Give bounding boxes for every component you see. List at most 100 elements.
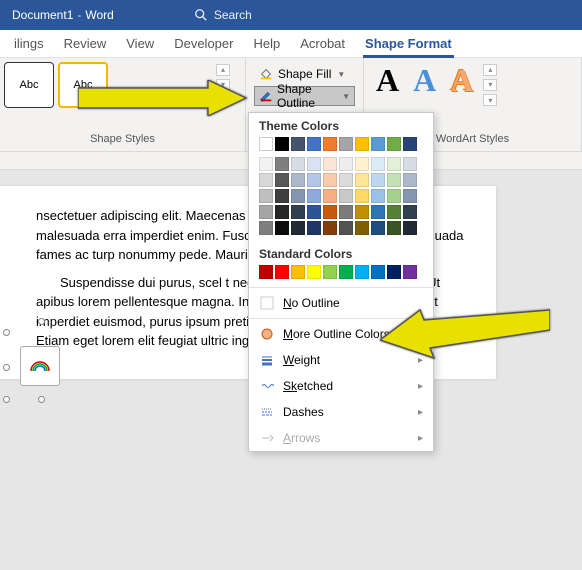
resize-handle-sw[interactable]: [3, 396, 10, 403]
color-swatch[interactable]: [275, 205, 289, 219]
standard-colors-heading: Standard Colors: [249, 241, 433, 265]
color-swatch[interactable]: [371, 137, 385, 151]
color-swatch[interactable]: [323, 189, 337, 203]
color-swatch[interactable]: [355, 265, 369, 279]
color-swatch[interactable]: [339, 137, 353, 151]
sketched-item[interactable]: Sketched ▸: [249, 373, 433, 399]
shape-outline-button[interactable]: Shape Outline▼: [254, 86, 355, 106]
resize-handle-w[interactable]: [3, 364, 10, 371]
resize-handle-s[interactable]: [38, 396, 45, 403]
color-swatch[interactable]: [355, 157, 369, 171]
tab-help[interactable]: Help: [243, 30, 290, 58]
color-swatch[interactable]: [355, 221, 369, 235]
wordart-style-3[interactable]: A: [446, 62, 477, 108]
separator: -: [77, 8, 81, 22]
dashes-item[interactable]: Dashes ▸: [249, 399, 433, 425]
color-swatch[interactable]: [275, 189, 289, 203]
color-swatch[interactable]: [259, 221, 273, 235]
tab-view[interactable]: View: [116, 30, 164, 58]
selected-shape[interactable]: [6, 332, 76, 402]
color-swatch[interactable]: [259, 189, 273, 203]
color-swatch[interactable]: [259, 265, 273, 279]
color-swatch[interactable]: [291, 189, 305, 203]
color-swatch[interactable]: [259, 157, 273, 171]
color-swatch[interactable]: [291, 221, 305, 235]
color-swatch[interactable]: [323, 265, 337, 279]
color-swatch[interactable]: [387, 189, 401, 203]
color-swatch[interactable]: [307, 221, 321, 235]
wordart-style-1[interactable]: A: [372, 62, 403, 108]
color-swatch[interactable]: [403, 205, 417, 219]
callout-arrow-2: [380, 300, 550, 360]
color-swatch[interactable]: [339, 205, 353, 219]
color-swatch[interactable]: [291, 157, 305, 171]
color-swatch[interactable]: [403, 265, 417, 279]
shape-body[interactable]: [20, 346, 60, 386]
color-swatch[interactable]: [387, 157, 401, 171]
color-swatch[interactable]: [307, 157, 321, 171]
color-swatch[interactable]: [275, 173, 289, 187]
color-swatch[interactable]: [275, 157, 289, 171]
color-swatch[interactable]: [371, 173, 385, 187]
color-swatch[interactable]: [307, 173, 321, 187]
color-swatch[interactable]: [259, 205, 273, 219]
color-swatch[interactable]: [371, 157, 385, 171]
color-swatch[interactable]: [291, 205, 305, 219]
color-swatch[interactable]: [323, 173, 337, 187]
document-name: Document1: [12, 8, 73, 22]
color-swatch[interactable]: [371, 221, 385, 235]
tab-mailings[interactable]: ilings: [4, 30, 54, 58]
shape-style-preset-1[interactable]: Abc: [4, 62, 54, 108]
wordart-gallery-expand[interactable]: ▴▾▾: [483, 62, 497, 108]
color-swatch[interactable]: [323, 137, 337, 151]
tab-developer[interactable]: Developer: [164, 30, 243, 58]
color-swatch[interactable]: [259, 173, 273, 187]
color-swatch[interactable]: [387, 137, 401, 151]
arrows-icon: [259, 430, 275, 446]
search-box[interactable]: Search: [194, 8, 252, 22]
shape-fill-button[interactable]: Shape Fill▼: [254, 64, 355, 84]
color-swatch[interactable]: [323, 157, 337, 171]
color-swatch[interactable]: [323, 205, 337, 219]
color-swatch[interactable]: [371, 205, 385, 219]
resize-handle-nw[interactable]: [3, 329, 10, 336]
color-swatch[interactable]: [323, 221, 337, 235]
tab-review[interactable]: Review: [54, 30, 117, 58]
color-swatch[interactable]: [275, 137, 289, 151]
color-swatch[interactable]: [355, 137, 369, 151]
color-swatch[interactable]: [259, 137, 273, 151]
color-swatch[interactable]: [355, 189, 369, 203]
color-swatch[interactable]: [355, 173, 369, 187]
color-swatch[interactable]: [387, 205, 401, 219]
color-swatch[interactable]: [387, 173, 401, 187]
rotate-handle[interactable]: [38, 318, 45, 325]
color-swatch[interactable]: [403, 221, 417, 235]
tab-shape-format[interactable]: Shape Format: [355, 30, 462, 58]
color-swatch[interactable]: [307, 205, 321, 219]
color-swatch[interactable]: [403, 173, 417, 187]
color-swatch[interactable]: [339, 157, 353, 171]
color-swatch[interactable]: [275, 265, 289, 279]
color-swatch[interactable]: [339, 173, 353, 187]
color-swatch[interactable]: [403, 137, 417, 151]
color-swatch[interactable]: [307, 137, 321, 151]
color-swatch[interactable]: [307, 189, 321, 203]
color-swatch[interactable]: [291, 265, 305, 279]
color-swatch[interactable]: [371, 265, 385, 279]
color-swatch[interactable]: [371, 189, 385, 203]
color-swatch[interactable]: [403, 157, 417, 171]
tab-acrobat[interactable]: Acrobat: [290, 30, 355, 58]
color-swatch[interactable]: [403, 189, 417, 203]
color-swatch[interactable]: [355, 205, 369, 219]
color-swatch[interactable]: [275, 221, 289, 235]
color-swatch[interactable]: [307, 265, 321, 279]
wordart-style-2[interactable]: A: [409, 62, 440, 108]
color-swatch[interactable]: [387, 265, 401, 279]
chevron-down-icon: ▼: [337, 70, 345, 79]
color-swatch[interactable]: [291, 173, 305, 187]
color-swatch[interactable]: [339, 265, 353, 279]
color-swatch[interactable]: [339, 221, 353, 235]
color-swatch[interactable]: [387, 221, 401, 235]
color-swatch[interactable]: [291, 137, 305, 151]
color-swatch[interactable]: [339, 189, 353, 203]
